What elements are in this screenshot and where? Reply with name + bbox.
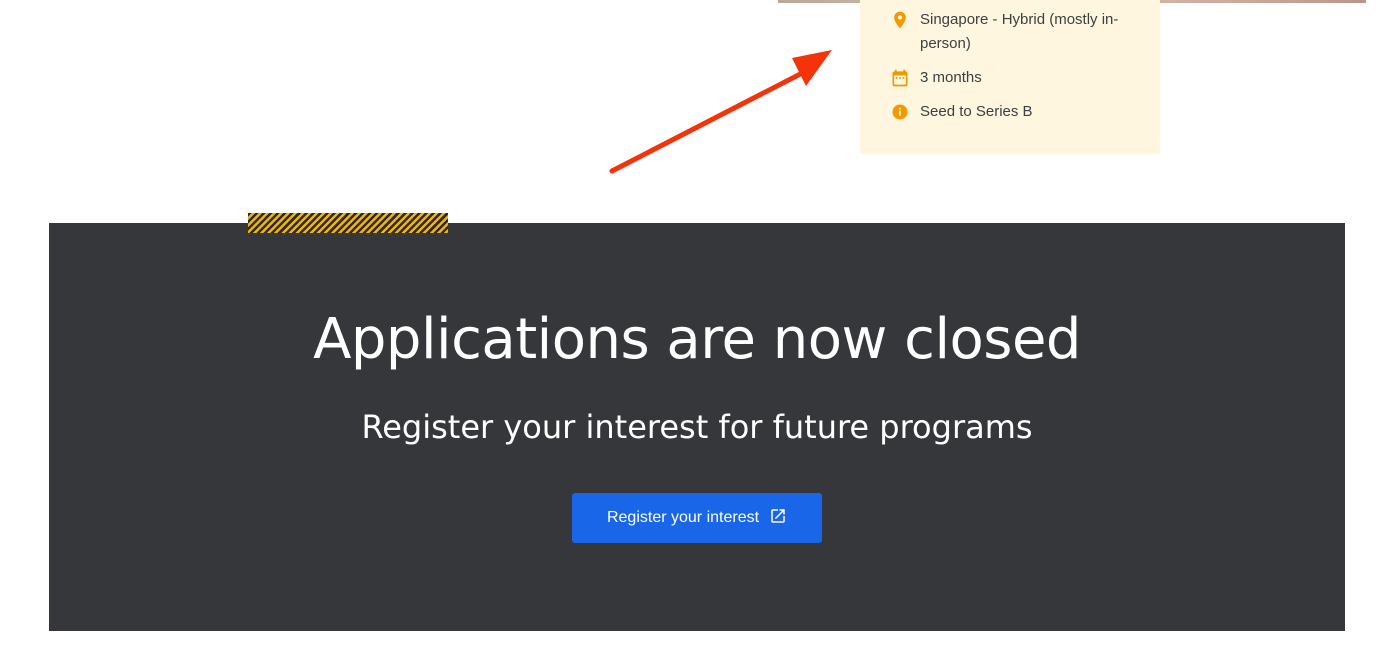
info-item-location: Singapore - Hybrid (mostly in-person) (890, 8, 1136, 56)
duration-text: 3 months (920, 69, 982, 86)
info-item-duration: 3 months (890, 66, 1136, 90)
location-pin-icon (890, 10, 910, 30)
calendar-icon (890, 68, 910, 88)
location-text: Singapore - Hybrid (mostly in-person) (920, 11, 1119, 52)
program-info-card: Singapore - Hybrid (mostly in-person) 3 … (860, 0, 1160, 154)
page: Singapore - Hybrid (mostly in-person) 3 … (0, 0, 1394, 657)
info-icon (890, 102, 910, 122)
info-item-stage: Seed to Series B (890, 100, 1136, 124)
open-in-new-icon (769, 507, 787, 530)
register-interest-label: Register your interest (606, 509, 760, 526)
register-interest-button[interactable]: Register your interest (572, 493, 822, 543)
applications-closed-section: Applications are now closed Register you… (49, 223, 1345, 631)
stage-text: Seed to Series B (920, 103, 1033, 120)
section-subtitle: Register your interest for future progra… (361, 408, 1033, 446)
hatch-accent (248, 213, 448, 233)
section-title: Applications are now closed (313, 307, 1081, 372)
annotation-arrow-icon (609, 50, 832, 174)
